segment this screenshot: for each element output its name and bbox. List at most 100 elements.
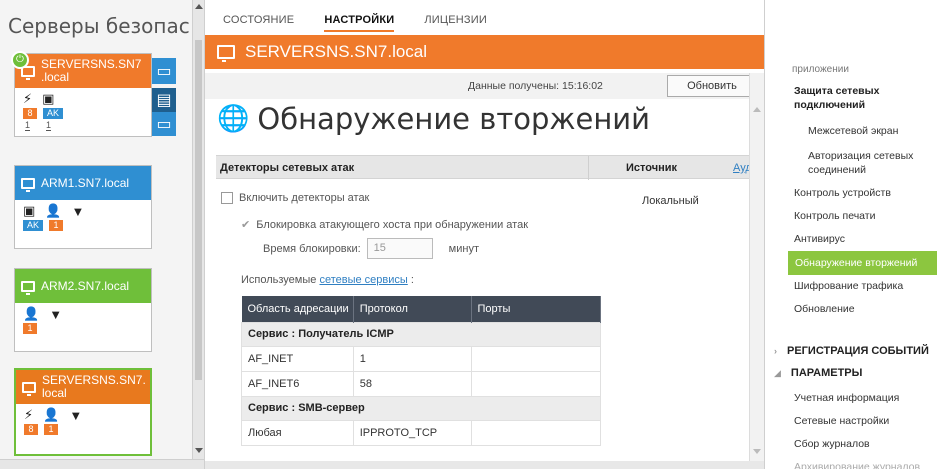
user-icon: 👤	[43, 407, 60, 422]
chip-icon: ▣	[23, 203, 36, 218]
page-title: 🌐 Обнаружение вторжений	[217, 102, 650, 136]
nav-item-clipped[interactable]: приложении	[792, 64, 849, 75]
server-card-arm2[interactable]: ARM2.SN7.local 👤 ▼ 1	[14, 268, 152, 352]
tab-settings[interactable]: НАСТРОЙКИ	[324, 10, 395, 32]
column-protocol[interactable]: Протокол	[353, 296, 472, 322]
scroll-up-icon[interactable]	[195, 4, 203, 9]
count-badge: 1	[44, 424, 58, 435]
server-name-suffix: local	[42, 386, 67, 400]
nav-traffic-encryption[interactable]: Шифрование трафика	[794, 279, 903, 293]
filter-icon: ▼	[49, 306, 63, 322]
page-title-text: Обнаружение вторжений	[257, 102, 650, 136]
status-bar: Данные получены: 15:16:02 Обновить	[205, 73, 757, 99]
column-detectors[interactable]: Детекторы сетевых атак	[220, 162, 354, 174]
power-icon[interactable]: ⏻	[11, 51, 29, 69]
server-name: ARM1.SN7.local	[41, 175, 130, 190]
nav-item-label: Защита сетевых	[794, 85, 880, 97]
nav-network-auth[interactable]: Авторизация сетевых соединений	[808, 149, 913, 177]
source-value: Локальный	[642, 195, 699, 207]
nav-log-archiving[interactable]: Архивирование журналов	[794, 460, 920, 469]
server-banner: SERVERSNS.SN7.local	[205, 35, 764, 69]
server-card-serversns[interactable]: SERVERSNS.SN7 .local ⚡ ▣ 8 AK 1 1	[14, 53, 152, 137]
nav-intrusion-detection[interactable]: Обнаружение вторжений	[788, 251, 937, 275]
nav-item-label: Авторизация сетевых	[808, 150, 914, 162]
section-label: ПАРАМЕТРЫ	[790, 367, 863, 379]
protocol-cell: IPPROTO_TCP	[352, 419, 472, 446]
nav-firewall[interactable]: Межсетевой экран	[808, 124, 898, 138]
scroll-down-icon[interactable]	[753, 449, 761, 454]
scroll-thumb[interactable]	[195, 40, 202, 380]
block-time-row: Время блокировки: 15 минут	[263, 238, 479, 259]
enable-detectors-row: Включить детекторы атак	[221, 192, 369, 204]
nav-device-control[interactable]: Контроль устройств	[794, 186, 891, 200]
tab-status[interactable]: СОСТОЯНИЕ	[223, 10, 294, 32]
server-name: SERVERSNS.SN7	[41, 57, 142, 71]
nav-update[interactable]: Обновление	[794, 302, 855, 316]
services-prefix: Используемые	[241, 274, 317, 286]
user-icon: 👤	[45, 203, 62, 218]
service-group-row[interactable]: Сервис : SMB-сервер	[241, 395, 601, 421]
server-card-header: SERVERSNS.SN7.local	[15, 54, 151, 88]
column-address-family[interactable]: Область адресации	[241, 296, 354, 322]
ports-cell	[470, 419, 601, 446]
chevron-right-icon: ›	[774, 346, 777, 356]
server-name: ARM2.SN7.local	[41, 278, 130, 293]
nav-network-settings[interactable]: Сетевые настройки	[794, 414, 889, 428]
protocol-table: Область адресации Протокол Порты Сервис …	[241, 296, 601, 446]
main-horizontal-scrollbar[interactable]	[205, 461, 764, 469]
nav-account-info[interactable]: Учетная информация	[794, 391, 899, 405]
table-row[interactable]: AF_INET 1	[241, 345, 601, 372]
nav-print-control[interactable]: Контроль печати	[794, 209, 875, 223]
server-card-serversns-selected[interactable]: SERVERSNS.SN7. local ⚡ 👤 ▼ 8 1	[14, 368, 152, 456]
server-side-tabs: ▭ ▤ ▭	[152, 58, 176, 136]
nav-antivirus[interactable]: Антивирус	[794, 232, 845, 246]
lightning-icon: ⚡	[24, 407, 34, 422]
filter-icon: ▼	[69, 407, 83, 423]
protocol-cell: 1	[352, 345, 472, 372]
main-vertical-scrollbar[interactable]	[749, 73, 764, 463]
ports-cell	[470, 345, 601, 372]
monitor-icon	[21, 280, 35, 295]
monitor-icon	[22, 381, 36, 396]
document-tab-icon[interactable]: ▤	[152, 88, 176, 112]
user-icon: 👤	[23, 306, 40, 321]
ak-badge: AK	[43, 108, 64, 119]
nav-network-protection[interactable]: Защита сетевых подключений	[794, 84, 879, 112]
address-family-cell: Любая	[241, 419, 354, 446]
detectors-grid-header: Детекторы сетевых атак Источник Ауд	[216, 155, 754, 180]
nav-log-collection[interactable]: Сбор журналов	[794, 437, 870, 451]
column-ports[interactable]: Порты	[471, 296, 601, 322]
network-services-link[interactable]: сетевые сервисы	[319, 274, 407, 286]
refresh-button[interactable]: Обновить	[667, 75, 757, 97]
server-card-arm1[interactable]: ARM1.SN7.local ▣ 👤 ▼ AK 1	[14, 165, 152, 249]
servers-panel: Серверы безопас SERVERSNS.SN7 .local ⚡ ▣ …	[0, 0, 205, 469]
monitor-tab-icon[interactable]: ▭	[152, 58, 176, 84]
ak-badge: AK	[23, 220, 44, 231]
scroll-down-icon[interactable]	[195, 448, 203, 453]
block-time-input[interactable]: 15	[366, 238, 433, 259]
table-row[interactable]: AF_INET6 58	[241, 370, 601, 397]
column-source[interactable]: Источник	[626, 162, 677, 174]
checkmark-icon[interactable]: ✔	[241, 218, 250, 231]
section-parameters[interactable]: ◢ ПАРАМЕТРЫ	[774, 367, 862, 379]
ports-cell	[470, 370, 601, 397]
chip-icon: ▣	[42, 91, 55, 106]
count-badge: 1	[23, 323, 37, 334]
service-group-title: Сервис : Получатель ICMP	[241, 321, 601, 347]
filter-icon: ▼	[71, 203, 85, 219]
enable-detectors-checkbox[interactable]	[221, 192, 233, 204]
section-event-logging[interactable]: › РЕГИСТРАЦИЯ СОБЫТИЙ	[774, 345, 929, 357]
service-group-row[interactable]: Сервис : Получатель ICMP	[241, 321, 601, 347]
left-vertical-scrollbar[interactable]	[192, 0, 204, 460]
left-horizontal-scrollbar[interactable]	[0, 459, 204, 469]
enable-detectors-label: Включить детекторы атак	[239, 192, 370, 204]
scroll-up-icon[interactable]	[753, 107, 761, 112]
settings-navigation: приложении Защита сетевых подключений Меж…	[766, 0, 937, 469]
count-badge: 1	[49, 220, 64, 231]
block-time-label: Время блокировки:	[263, 242, 361, 255]
tab-licenses[interactable]: ЛИЦЕНЗИИ	[424, 10, 487, 32]
table-row[interactable]: Любая IPPROTO_TCP	[241, 419, 601, 446]
screen-tab-icon[interactable]: ▭	[152, 112, 176, 136]
chevron-down-icon: ◢	[774, 367, 781, 378]
server-name: SERVERSNS.SN7.	[42, 373, 146, 387]
